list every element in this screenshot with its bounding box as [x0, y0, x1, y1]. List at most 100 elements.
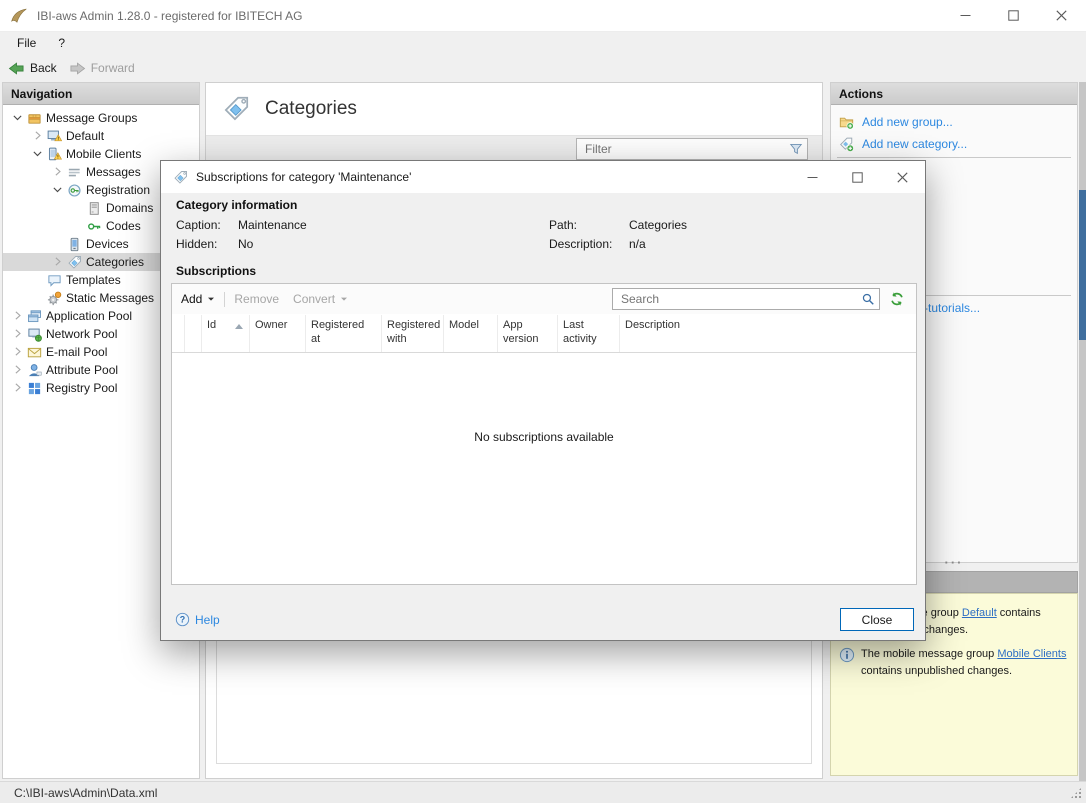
filter-input[interactable] — [576, 138, 808, 160]
category-tag-icon — [173, 170, 188, 185]
help-icon: ? — [175, 612, 190, 627]
subscriptions-content: Add Remove Convert Id Owner Registered atR… — [171, 283, 917, 585]
nav-item-label: Devices — [86, 237, 129, 251]
column-label: Model — [449, 319, 479, 331]
column-label: Registered with — [387, 319, 440, 345]
expander-closed-icon[interactable] — [11, 345, 26, 359]
subscriptions-table-header: Id Owner Registered atRegistered with Model… — [172, 315, 916, 353]
forward-arrow-icon — [69, 60, 86, 77]
devices-icon — [67, 237, 82, 252]
caption-value: Maintenance — [238, 218, 307, 232]
header-cell-last-activity[interactable]: Last activity — [558, 315, 620, 352]
mobile-warning-icon — [47, 147, 62, 162]
convert-dropdown-icon — [340, 292, 348, 306]
expander-open-icon[interactable] — [51, 183, 66, 197]
registry-pool-icon — [27, 381, 42, 396]
window-title: IBI-aws Admin 1.28.0 - registered for IB… — [37, 9, 302, 23]
header-cell-owner[interactable]: Owner — [250, 315, 306, 352]
path-label: Path: — [549, 218, 577, 232]
close-window-button[interactable] — [1044, 0, 1078, 32]
notification-link-mobile-clients[interactable]: Mobile Clients — [997, 648, 1066, 660]
header-cell-id[interactable]: Id — [202, 315, 250, 352]
search-input[interactable] — [612, 288, 880, 310]
dialog-maximize-button[interactable] — [835, 161, 880, 193]
remove-button[interactable]: Remove — [234, 292, 279, 306]
path-value: Categories — [629, 218, 687, 232]
column-label: Id — [207, 319, 216, 348]
expander-closed-icon[interactable] — [11, 381, 26, 395]
header-cell-blank[interactable] — [172, 315, 185, 352]
section-subscriptions: Subscriptions — [176, 264, 256, 278]
column-label: Owner — [255, 319, 287, 331]
expander-spacer — [31, 273, 46, 287]
category-tag-icon — [67, 255, 82, 270]
expander-spacer — [31, 291, 46, 305]
nav-item-label: Attribute Pool — [46, 363, 118, 377]
expander-closed-icon[interactable] — [11, 327, 26, 341]
refresh-button[interactable] — [889, 291, 905, 307]
dialog-minimize-button[interactable] — [790, 161, 835, 193]
expander-closed-icon[interactable] — [51, 165, 66, 179]
header-cell-model[interactable]: Model — [444, 315, 498, 352]
menubar: File? — [0, 32, 1086, 54]
forward-button[interactable]: Forward — [69, 60, 135, 77]
dialog-footer: ? Help Close — [161, 585, 925, 640]
forward-label: Forward — [91, 61, 135, 75]
actions-header: Actions — [831, 83, 1077, 105]
help-link[interactable]: ? Help — [175, 612, 220, 627]
expander-spacer — [51, 237, 66, 251]
static-messages-icon — [47, 291, 62, 306]
description-value: n/a — [629, 237, 646, 251]
nav-item-label: Network Pool — [46, 327, 117, 341]
message-groups-icon — [27, 111, 42, 126]
nav-item-message-groups[interactable]: Message Groups — [3, 109, 199, 127]
navigation-header: Navigation — [3, 83, 199, 105]
add-button[interactable]: Add — [181, 292, 215, 306]
resize-grip[interactable] — [1070, 787, 1082, 799]
expander-open-icon[interactable] — [11, 111, 26, 125]
menu-item-[interactable]: ? — [47, 33, 76, 53]
header-cell-description[interactable]: Description — [620, 315, 916, 352]
back-button[interactable]: Back — [8, 60, 57, 77]
column-label: Last activity — [563, 319, 597, 345]
nav-item-default[interactable]: Default — [3, 127, 199, 145]
action-add-new-category[interactable]: Add new category... — [831, 133, 1077, 155]
window-controls — [934, 0, 1086, 32]
add-dropdown-icon — [207, 292, 215, 306]
action-add-new-group[interactable]: Add new group... — [831, 111, 1077, 133]
header-cell-app-version[interactable]: App version — [498, 315, 558, 352]
app-logo-icon — [10, 7, 28, 25]
messages-icon — [67, 165, 82, 180]
menu-item-file[interactable]: File — [6, 33, 47, 53]
back-label: Back — [30, 61, 57, 75]
expander-closed-icon[interactable] — [51, 255, 66, 269]
filter-icon[interactable] — [789, 142, 803, 156]
convert-button[interactable]: Convert — [293, 292, 348, 306]
header-cell-registered-with[interactable]: Registered with — [382, 315, 444, 352]
maximize-button[interactable] — [996, 0, 1030, 32]
header-cell-blank[interactable] — [185, 315, 202, 352]
dialog-title: Subscriptions for category 'Maintenance' — [196, 170, 411, 184]
statusbar-path: C:\IBI-aws\Admin\Data.xml — [14, 786, 157, 800]
notification-link-default[interactable]: Default — [962, 607, 997, 619]
close-button[interactable]: Close — [840, 608, 914, 631]
notification-text: The mobile message group Mobile Clients … — [861, 646, 1069, 679]
email-pool-icon — [27, 345, 42, 360]
expander-closed-icon[interactable] — [31, 129, 46, 143]
action-label: Add new category... — [862, 137, 967, 151]
hidden-value: No — [238, 237, 253, 251]
categories-heading: Categories — [206, 83, 822, 135]
search-icon — [861, 292, 875, 306]
screen-edge-bleed — [1079, 82, 1086, 781]
expander-closed-icon[interactable] — [11, 363, 26, 377]
expander-closed-icon[interactable] — [11, 309, 26, 323]
dialog-close-button[interactable] — [880, 161, 925, 193]
minimize-button[interactable] — [948, 0, 982, 32]
description-label: Description: — [549, 237, 612, 251]
header-cell-registered-at[interactable]: Registered at — [306, 315, 382, 352]
expander-open-icon[interactable] — [31, 147, 46, 161]
toolbar-separator — [224, 292, 225, 307]
sort-ascending-icon — [235, 324, 243, 329]
nav-item-label: Codes — [106, 219, 141, 233]
nav-item-label: Messages — [86, 165, 141, 179]
